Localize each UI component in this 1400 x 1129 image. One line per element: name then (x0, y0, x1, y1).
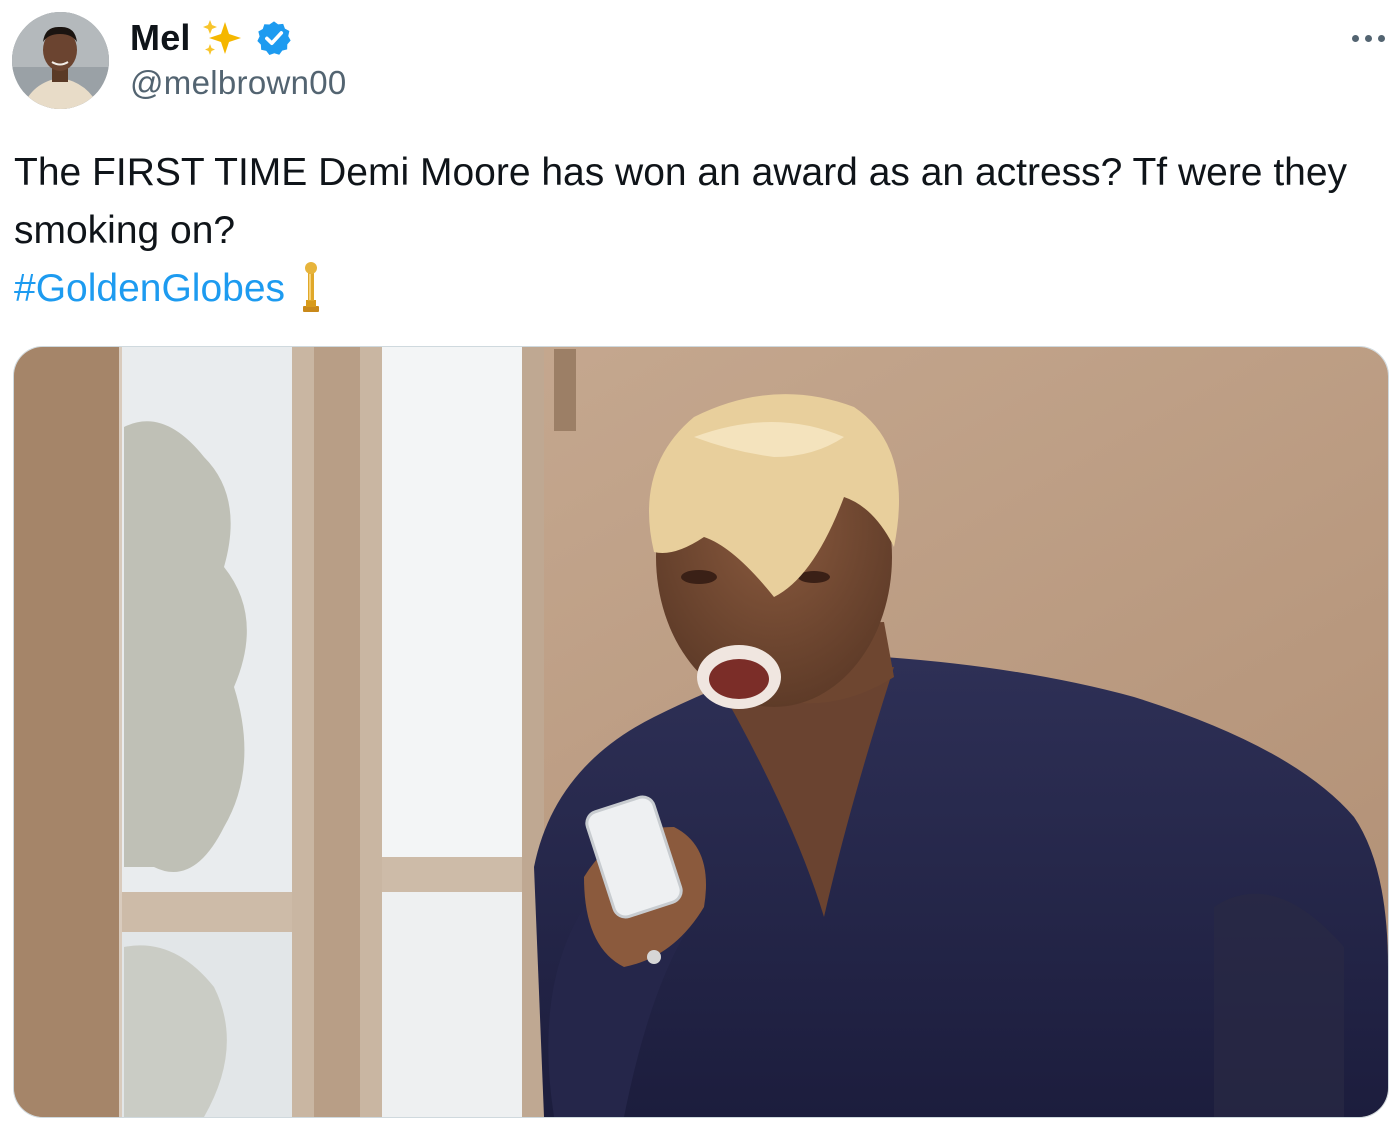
more-options-button[interactable] (1344, 28, 1392, 48)
hashtag-link[interactable]: #GoldenGlobes (14, 267, 285, 311)
display-name[interactable]: Mel (130, 17, 191, 59)
sparkles-icon (201, 18, 245, 58)
tweet-media-gif[interactable] (13, 346, 1389, 1118)
avatar[interactable] (12, 12, 109, 109)
hashtag-line: #GoldenGlobes (14, 260, 323, 318)
golden-globe-trophy-icon (299, 260, 323, 319)
verified-badge-icon[interactable] (255, 19, 293, 57)
tweet-text: The FIRST TIME Demi Moore has won an awa… (14, 151, 1348, 252)
more-horizontal-icon (1351, 34, 1359, 42)
tweet-card[interactable]: Mel @melbrown00 The FIRST TIME Demi Moor… (0, 0, 1400, 1129)
author-name-row: Mel (130, 14, 293, 62)
author-handle[interactable]: @melbrown00 (130, 64, 347, 102)
